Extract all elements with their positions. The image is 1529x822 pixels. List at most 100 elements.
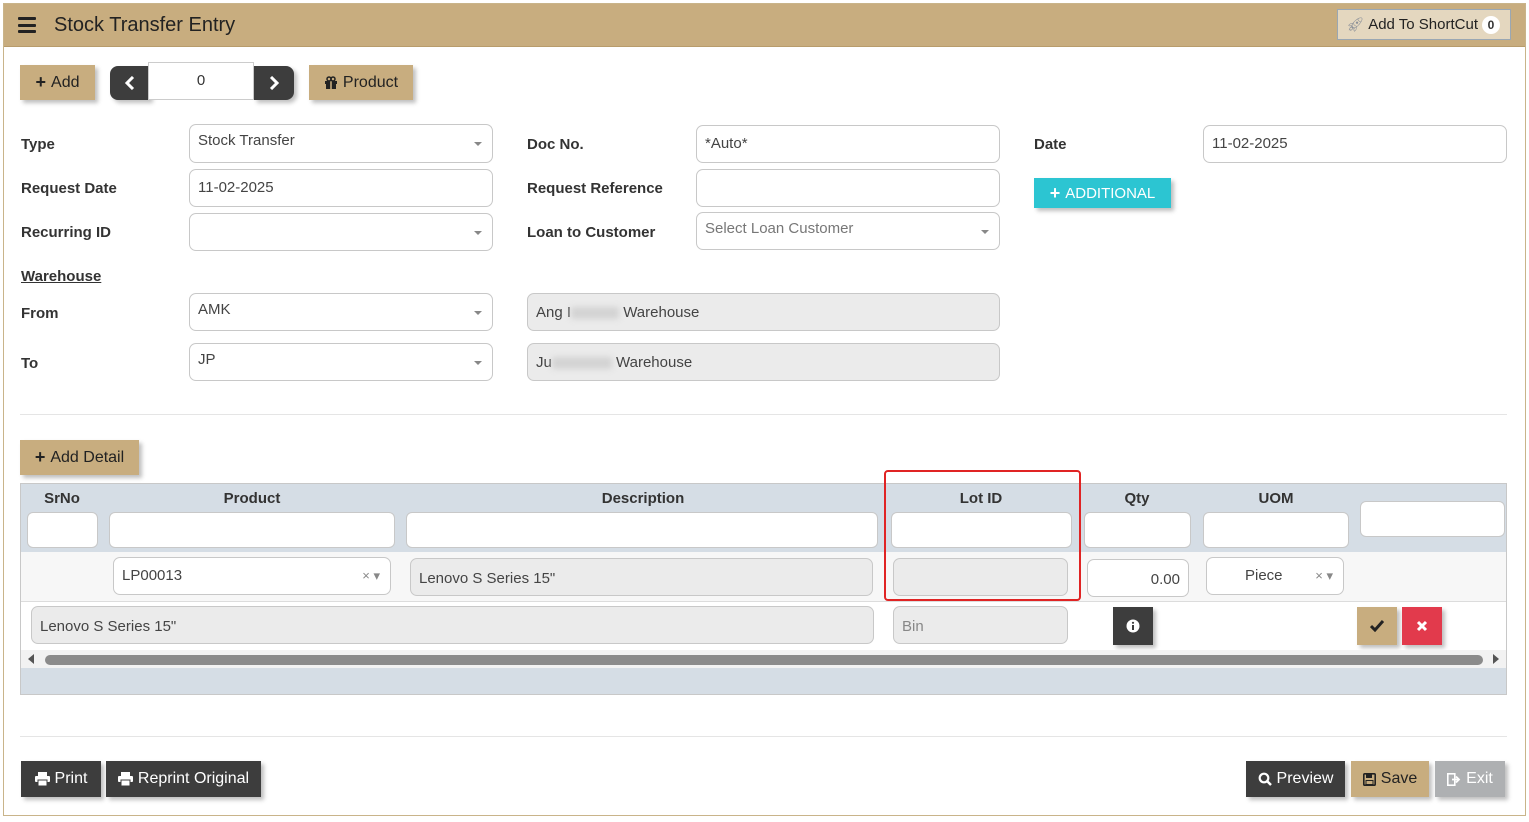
redacted-text bbox=[551, 357, 612, 370]
from-warehouse-name-suffix: Warehouse bbox=[623, 304, 700, 321]
column-qty[interactable]: Qty bbox=[1077, 490, 1197, 507]
divider bbox=[20, 736, 1507, 737]
add-to-shortcut-button[interactable]: 🚀︎ Add To ShortCut 0 bbox=[1337, 9, 1511, 40]
date-input[interactable]: 11-02-2025 bbox=[1203, 125, 1507, 163]
srno-filter-input[interactable] bbox=[27, 512, 98, 548]
to-warehouse-select[interactable]: JP bbox=[189, 343, 493, 381]
chevron-right-icon bbox=[269, 76, 280, 90]
plus-icon: + bbox=[35, 72, 47, 92]
actions-filter-input[interactable] bbox=[1360, 501, 1505, 537]
product-filter-input[interactable] bbox=[109, 512, 395, 548]
docno-input[interactable]: *Auto* bbox=[696, 125, 1000, 163]
gift-icon bbox=[324, 75, 337, 89]
row-long-description: Lenovo S Series 15" bbox=[31, 606, 874, 644]
date-label: Date bbox=[1034, 136, 1067, 153]
scroll-thumb[interactable] bbox=[45, 655, 1483, 665]
print-button[interactable]: Print bbox=[21, 761, 101, 797]
save-label: Save bbox=[1380, 770, 1418, 787]
add-detail-label: Add Detail bbox=[50, 448, 125, 466]
page-title: Stock Transfer Entry bbox=[54, 14, 236, 36]
row-uom-select[interactable]: Piece × ▾ bbox=[1206, 557, 1344, 595]
redacted-text bbox=[571, 307, 620, 320]
product-button[interactable]: Product bbox=[309, 65, 413, 100]
info-button[interactable] bbox=[1113, 607, 1153, 645]
exit-label: Exit bbox=[1466, 770, 1493, 787]
save-button[interactable]: Save bbox=[1351, 761, 1429, 797]
loan-customer-select[interactable]: Select Loan Customer bbox=[696, 212, 1000, 250]
horizontal-scrollbar[interactable] bbox=[21, 650, 1506, 668]
add-detail-button[interactable]: + Add Detail bbox=[20, 440, 139, 475]
scroll-right-icon[interactable] bbox=[1493, 654, 1499, 664]
previous-button[interactable] bbox=[110, 66, 150, 100]
row-qty-input[interactable]: 0.00 bbox=[1087, 559, 1189, 597]
additional-button[interactable]: + ADDITIONAL bbox=[1034, 178, 1171, 208]
recurring-id-label: Recurring ID bbox=[21, 224, 112, 241]
printer-icon bbox=[117, 772, 133, 786]
row-product-value: LP00013 bbox=[122, 567, 183, 584]
row-description: Lenovo S Series 15" bbox=[410, 558, 873, 596]
request-reference-input[interactable] bbox=[696, 169, 1000, 207]
menu-icon[interactable] bbox=[18, 17, 36, 33]
next-button[interactable] bbox=[254, 66, 294, 100]
exit-button[interactable]: Exit bbox=[1435, 761, 1505, 797]
add-label: Add bbox=[51, 73, 80, 91]
reprint-label: Reprint Original bbox=[137, 770, 250, 787]
type-select[interactable]: Stock Transfer bbox=[189, 124, 493, 163]
top-bar: Stock Transfer Entry 🚀︎ Add To ShortCut … bbox=[4, 4, 1525, 47]
check-icon bbox=[1370, 620, 1384, 632]
shortcut-label: Add To ShortCut bbox=[1368, 16, 1478, 33]
reprint-original-button[interactable]: Reprint Original bbox=[106, 761, 261, 797]
additional-label: ADDITIONAL bbox=[1065, 184, 1156, 202]
shortcut-count-badge: 0 bbox=[1482, 15, 1500, 34]
plus-icon: + bbox=[1049, 182, 1061, 203]
column-uom[interactable]: UOM bbox=[1197, 490, 1355, 507]
clear-icon[interactable]: × ▾ bbox=[362, 558, 380, 594]
preview-label: Preview bbox=[1276, 770, 1334, 787]
print-label: Print bbox=[54, 770, 88, 787]
info-icon bbox=[1126, 619, 1140, 633]
grid-header: SrNo Product Description Lot ID Qty UOM bbox=[21, 484, 1506, 552]
column-srno[interactable]: SrNo bbox=[21, 490, 103, 507]
qty-filter-input[interactable] bbox=[1084, 512, 1191, 548]
loan-customer-placeholder: Select Loan Customer bbox=[705, 220, 854, 237]
grid-footer bbox=[21, 668, 1506, 694]
from-warehouse-name-prefix: Ang I bbox=[536, 304, 572, 321]
row-product-select[interactable]: LP00013 × ▾ bbox=[113, 557, 391, 595]
column-product[interactable]: Product bbox=[103, 490, 401, 507]
recurring-id-select[interactable] bbox=[189, 213, 493, 251]
to-warehouse-name: Ju Warehouse bbox=[527, 343, 1000, 381]
description-filter-input[interactable] bbox=[406, 512, 878, 548]
table-row: LP00013 × ▾ Lenovo S Series 15" 0.00 Pie… bbox=[21, 552, 1506, 602]
to-warehouse-name-suffix: Warehouse bbox=[616, 354, 693, 371]
detail-grid: SrNo Product Description Lot ID Qty UOM … bbox=[20, 483, 1507, 695]
row-bin-input[interactable]: Bin bbox=[893, 606, 1068, 644]
row-uom-value: Piece bbox=[1245, 567, 1283, 584]
confirm-row-button[interactable] bbox=[1357, 607, 1397, 645]
table-row-detail: Lenovo S Series 15" Bin bbox=[21, 602, 1506, 650]
preview-button[interactable]: Preview bbox=[1246, 761, 1345, 797]
floppy-disk-icon bbox=[1362, 772, 1376, 786]
close-icon bbox=[1416, 620, 1428, 632]
rocket-icon: 🚀︎ bbox=[1346, 16, 1365, 32]
add-button[interactable]: + Add bbox=[20, 65, 95, 100]
column-description[interactable]: Description bbox=[401, 490, 885, 507]
warehouse-heading: Warehouse bbox=[21, 268, 102, 285]
from-warehouse-select[interactable]: AMK bbox=[189, 293, 493, 331]
to-warehouse-name-prefix: Ju bbox=[536, 354, 552, 371]
uom-filter-input[interactable] bbox=[1203, 512, 1349, 548]
record-number-input[interactable]: 0 bbox=[148, 62, 254, 100]
from-label: From bbox=[21, 305, 59, 322]
loan-customer-label: Loan to Customer bbox=[527, 224, 656, 241]
request-date-label: Request Date bbox=[21, 180, 117, 197]
delete-row-button[interactable] bbox=[1402, 607, 1442, 645]
search-icon bbox=[1258, 772, 1272, 786]
request-date-input[interactable]: 11-02-2025 bbox=[189, 169, 493, 207]
plus-icon: + bbox=[34, 447, 46, 467]
type-label: Type bbox=[21, 136, 55, 153]
clear-icon[interactable]: × ▾ bbox=[1315, 558, 1333, 594]
divider bbox=[20, 414, 1507, 415]
to-label: To bbox=[21, 355, 39, 372]
scroll-left-icon[interactable] bbox=[28, 654, 34, 664]
docno-label: Doc No. bbox=[527, 136, 584, 153]
from-warehouse-name: Ang I Warehouse bbox=[527, 293, 1000, 331]
